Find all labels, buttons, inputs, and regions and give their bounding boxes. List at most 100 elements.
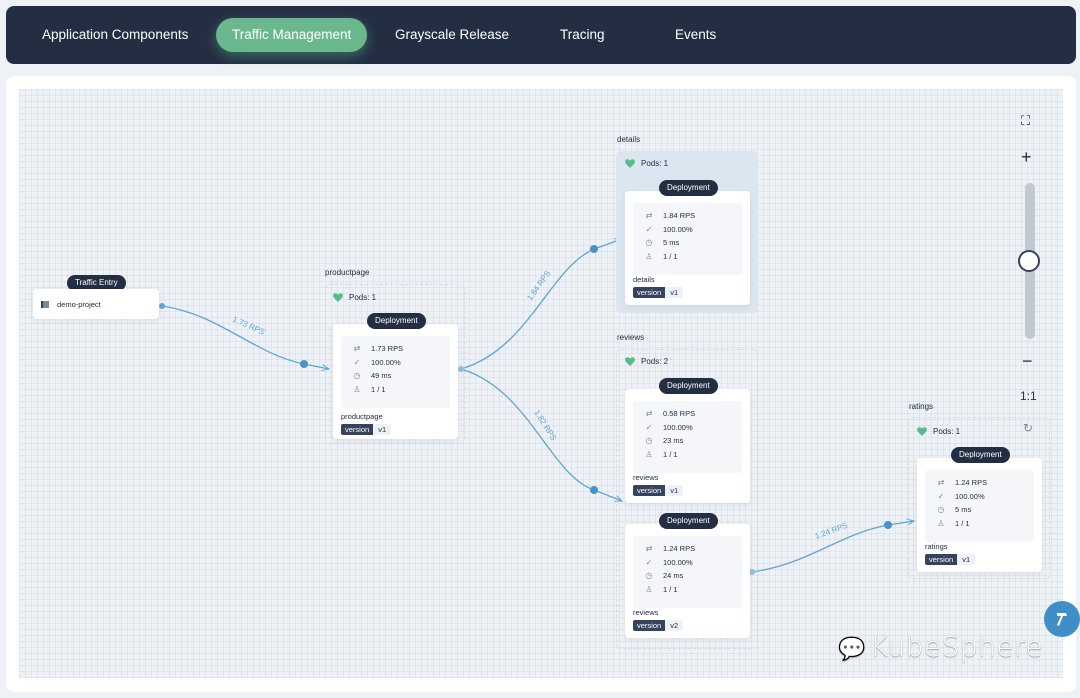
health-heart-icon [625,159,635,168]
replicas: 1 / 1 [371,385,386,395]
reset-ratio-button[interactable]: 1:1 [1020,389,1037,403]
version-label: version v1 [633,485,684,496]
success-rate: 100.00% [371,357,401,367]
latency: 23 ms [663,436,684,446]
version-label: version v1 [925,554,976,565]
tab-events[interactable]: Events [659,18,732,52]
fit-screen-icon[interactable]: ⛶ [1021,113,1030,129]
pods-count-ratings: Pods: 1 [917,427,960,436]
clock-icon: ◷ [645,238,653,248]
rps-value: 0.58 RPS [663,409,696,419]
replicas-icon: ♙ [353,385,361,395]
success-rate: 100.00% [663,224,693,234]
replicas: 1 / 1 [663,585,678,595]
health-heart-icon [625,357,635,366]
edge-productpage-reviews[interactable] [460,368,622,501]
rps-value: 1.84 RPS [663,211,696,221]
deployment-badge: Deployment [659,180,718,196]
success-check-icon: ✓ [353,357,361,367]
version-label: version v2 [633,620,684,631]
rps-icon: ⇄ [353,344,361,354]
deployment-name: productpage [341,412,383,421]
project-name: demo-project [57,299,101,309]
clock-icon: ◷ [353,371,361,381]
refresh-icon[interactable]: ↻ [1023,421,1033,435]
service-title-productpage: productpage [325,268,370,277]
version-label: version v1 [341,424,392,435]
rps-icon: ⇄ [645,211,653,221]
edge-mid-dot [884,521,892,529]
project-icon [41,300,49,308]
pods-count-productpage: Pods: 1 [333,293,376,302]
replicas-icon: ♙ [937,519,945,529]
zoom-out-button[interactable]: − [1022,351,1033,372]
deployment-badge: Deployment [659,378,718,394]
edge-label-reviews-ratings: 1.24 RPS [814,521,849,541]
kubesphere-watermark: 💬 KubeSphere [838,630,1044,663]
pods-count-reviews: Pods: 2 [625,357,668,366]
tab-traffic-management[interactable]: Traffic Management [216,18,368,52]
deployment-name: reviews [633,473,659,482]
service-title-ratings: ratings [909,402,934,411]
deployment-card-reviews-v2[interactable]: Deployment ⇄ 1.24 RPS ✓ 100.00% ◷ 24 ms ♙ 1 … [625,513,750,638]
deployment-name: ratings [925,542,948,551]
topology-canvas[interactable]: 1.73 RPS 1.84 RPS 1.82 RPS 1.24 RPS Traf… [19,89,1063,678]
deployment-name: reviews [633,608,659,617]
replicas: 1 / 1 [663,450,678,460]
latency: 24 ms [663,571,684,581]
success-rate: 100.00% [663,557,693,567]
rps-icon: ⇄ [937,478,945,488]
rps-value: 1.73 RPS [371,344,404,354]
rps-value: 1.24 RPS [955,478,988,488]
metrics-box: ⇄ 0.58 RPS ✓ 100.00% ◷ 23 ms ♙ 1 / 1 [633,401,742,473]
deployment-card-productpage[interactable]: Deployment ⇄ 1.73 RPS ✓ 100.00% ◷ 49 ms ♙ 1 … [333,313,458,439]
success-check-icon: ✓ [937,491,945,501]
rps-value: 1.24 RPS [663,544,696,554]
edge-label-productpage-reviews: 1.82 RPS [532,408,558,442]
replicas-icon: ♙ [645,585,653,595]
deployment-badge: Deployment [659,513,718,529]
latency: 5 ms [955,505,972,515]
edge-mid-dot [590,245,598,253]
edge-productpage-details[interactable] [460,239,622,370]
success-check-icon: ✓ [645,557,653,567]
zoom-in-button[interactable]: + [1021,147,1032,168]
clock-icon: ◷ [937,505,945,515]
edge-entry-productpage[interactable] [161,305,329,369]
edge-mid-dot [300,360,308,368]
success-rate: 100.00% [663,422,693,432]
metrics-box: ⇄ 1.24 RPS ✓ 100.00% ◷ 5 ms ♙ 1 / 1 [925,470,1034,542]
edge-label-productpage-details: 1.84 RPS [525,269,552,302]
latency: 49 ms [371,371,392,381]
traffic-entry-card[interactable]: demo-project [33,289,159,319]
latency: 5 ms [663,238,680,248]
deployment-card-details[interactable]: Deployment ⇄ 1.84 RPS ✓ 100.00% ◷ 5 ms ♙ 1 /… [625,180,750,305]
success-rate: 100.00% [955,491,985,501]
rps-icon: ⇄ [645,544,653,554]
clock-icon: ◷ [645,436,653,446]
success-check-icon: ✓ [645,224,653,234]
metrics-box: ⇄ 1.73 RPS ✓ 100.00% ◷ 49 ms ♙ 1 / 1 [341,336,450,408]
edge-label-entry-productpage: 1.73 RPS [231,315,266,337]
hammer-icon [1057,613,1067,626]
top-nav: Application Components Traffic Managemen… [6,6,1076,64]
deployment-name: details [633,275,655,284]
version-label: version v1 [633,287,684,298]
tab-grayscale-release[interactable]: Grayscale Release [379,18,525,52]
edge-mid-dot [590,486,598,494]
service-title-details: details [617,135,641,144]
replicas: 1 / 1 [955,519,970,529]
service-title-reviews: reviews [617,333,645,342]
deployment-card-ratings[interactable]: Deployment ⇄ 1.24 RPS ✓ 100.00% ◷ 5 ms ♙ 1 /… [917,447,1042,572]
toolbox-button[interactable] [1044,601,1080,637]
deployment-card-reviews-v1[interactable]: Deployment ⇄ 0.58 RPS ✓ 100.00% ◷ 23 ms ♙ 1 … [625,378,750,503]
health-heart-icon [333,293,343,302]
success-check-icon: ✓ [645,422,653,432]
deployment-badge: Deployment [951,447,1010,463]
tab-application-components[interactable]: Application Components [26,18,204,52]
tab-tracing[interactable]: Tracing [544,18,621,52]
pods-count-details: Pods: 1 [625,159,668,168]
wechat-icon: 💬 [838,637,866,662]
zoom-slider-thumb[interactable] [1018,250,1040,272]
replicas: 1 / 1 [663,252,678,262]
